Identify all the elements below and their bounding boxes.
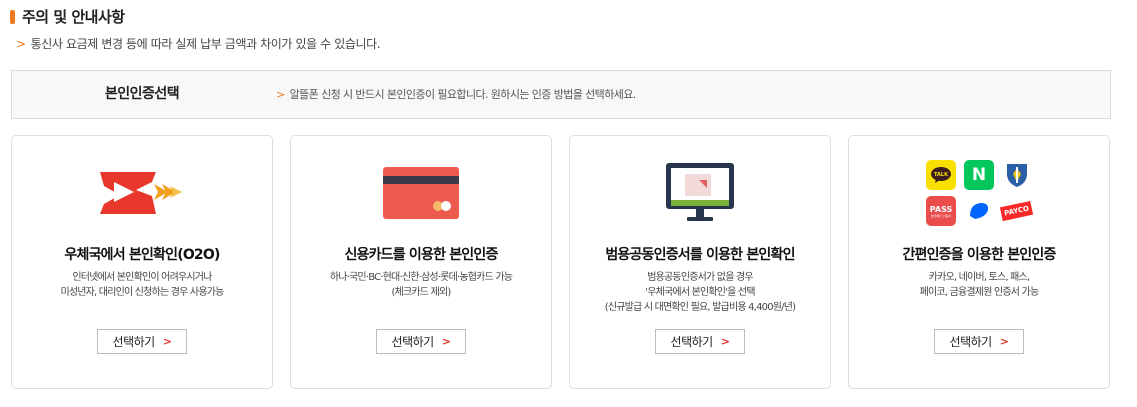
select-button-label: 선택하기 <box>112 335 156 349</box>
select-certificate-button[interactable]: 선택하기 > <box>655 329 745 354</box>
toss-icon <box>964 196 994 226</box>
card-desc-line: 하나·국민·BC·현대·신한·삼성·롯데·농협카드 가능 <box>329 272 513 283</box>
select-post-office-button[interactable]: 선택하기 > <box>97 329 187 354</box>
card-desc-line: 카카오, 네이버, 토스, 패스, <box>928 272 1030 283</box>
notice-title: 주의 및 안내사항 <box>22 8 125 26</box>
card-description: 하나·국민·BC·현대·신한·삼성·롯데·농협카드 가능 (체크카드 제외) <box>291 270 551 300</box>
auth-select-box: 본인인증선택 > 알뜰폰 신청 시 반드시 본인인증이 필요합니다. 원하시는 인… <box>11 70 1111 119</box>
card-desc-line: 미성년자, 대리인이 신청하는 경우 사용가능 <box>60 287 224 298</box>
select-credit-card-button[interactable]: 선택하기 > <box>376 329 466 354</box>
auth-card-credit-card: 신용카드를 이용한 본인인증 하나·국민·BC·현대·신한·삼성·롯데·농협카드… <box>290 135 552 389</box>
auth-card-post-office: 우체국에서 본인확인(O2O) 인터넷에서 본인확인이 어려우시거나 미성년자,… <box>11 135 273 389</box>
auth-select-label: 본인인증선택 <box>104 86 180 102</box>
card-description: 인터넷에서 본인확인이 어려우시거나 미성년자, 대리인이 신청하는 경우 사용… <box>12 270 272 300</box>
kakao-icon: TALK <box>926 160 956 190</box>
auth-select-description: > 알뜰폰 신청 시 반드시 본인인증이 필요합니다. 원하시는 인증 방법을 선… <box>276 71 636 118</box>
notice-line: > 통신사 요금제 변경 등에 따라 실제 납부 금액과 차이가 있을 수 있습니… <box>16 35 381 52</box>
payco-logo-text: PAYCO <box>1000 200 1034 222</box>
pass-logo-text: PASS <box>929 204 953 214</box>
notice-text: 통신사 요금제 변경 등에 따라 실제 납부 금액과 차이가 있을 수 있습니다… <box>30 37 381 51</box>
heading-marker <box>10 9 15 24</box>
card-desc-line: '우체국에서 본인확인'을 선택 <box>645 287 755 298</box>
card-title: 신용카드를 이용한 본인인증 <box>344 247 498 263</box>
select-button-label: 선택하기 <box>670 335 714 349</box>
select-button-label: 선택하기 <box>949 335 993 349</box>
card-desc-line: 인터넷에서 본인확인이 어려우시거나 <box>72 272 212 283</box>
card-desc-line: 범용공동인증서가 없을 경우 <box>647 272 753 283</box>
post-office-icon <box>12 158 272 228</box>
card-desc-line: 페이코, 금융결제원 인증서 가능 <box>919 287 1040 298</box>
card-description: 카카오, 네이버, 토스, 패스, 페이코, 금융결제원 인증서 가능 <box>849 270 1109 300</box>
card-description: 범용공동인증서가 없을 경우 '우체국에서 본인확인'을 선택 (신규발급 시 … <box>570 270 830 315</box>
pass-icon: PASS 본인확인 인증서 <box>926 196 956 226</box>
kftc-shield-icon <box>1002 160 1032 190</box>
credit-card-icon <box>291 158 551 228</box>
pass-logo-subtext: 본인확인 인증서 <box>930 213 952 218</box>
select-simple-auth-button[interactable]: 선택하기 > <box>934 329 1024 354</box>
auth-card-certificate: 범용공동인증서를 이용한 본인확인 범용공동인증서가 없을 경우 '우체국에서 … <box>569 135 831 389</box>
bullet-arrow-icon: > <box>276 88 285 101</box>
chevron-right-icon: > <box>441 335 451 348</box>
naver-icon: N <box>964 160 994 190</box>
card-desc-line: (체크카드 제외) <box>391 287 452 298</box>
card-title: 간편인증을 이용한 본인인증 <box>902 247 1056 263</box>
chevron-right-icon: > <box>162 335 172 348</box>
card-desc-line: (신규발급 시 대면확인 필요, 발급비용 4,400원/년) <box>604 302 796 313</box>
card-title: 범용공동인증서를 이용한 본인확인 <box>605 247 795 263</box>
certificate-monitor-icon <box>570 158 830 228</box>
payco-icon: PAYCO <box>1000 196 1034 226</box>
simple-auth-icons: TALK N PASS 본인확인 인증서 PAYCO <box>849 158 1109 228</box>
auth-desc-text: 알뜰폰 신청 시 반드시 본인인증이 필요합니다. 원하시는 인증 방법을 선택… <box>289 88 637 101</box>
chevron-right-icon: > <box>999 335 1009 348</box>
bullet-arrow-icon: > <box>16 37 26 51</box>
notice-heading: 주의 및 안내사항 <box>10 6 125 27</box>
auth-card-simple-auth: TALK N PASS 본인확인 인증서 PAYCO 간편인증을 이용한 본인인… <box>848 135 1110 389</box>
select-button-label: 선택하기 <box>391 335 435 349</box>
svg-text:TALK: TALK <box>934 172 949 178</box>
chevron-right-icon: > <box>720 335 730 348</box>
card-title: 우체국에서 본인확인(O2O) <box>64 247 220 263</box>
